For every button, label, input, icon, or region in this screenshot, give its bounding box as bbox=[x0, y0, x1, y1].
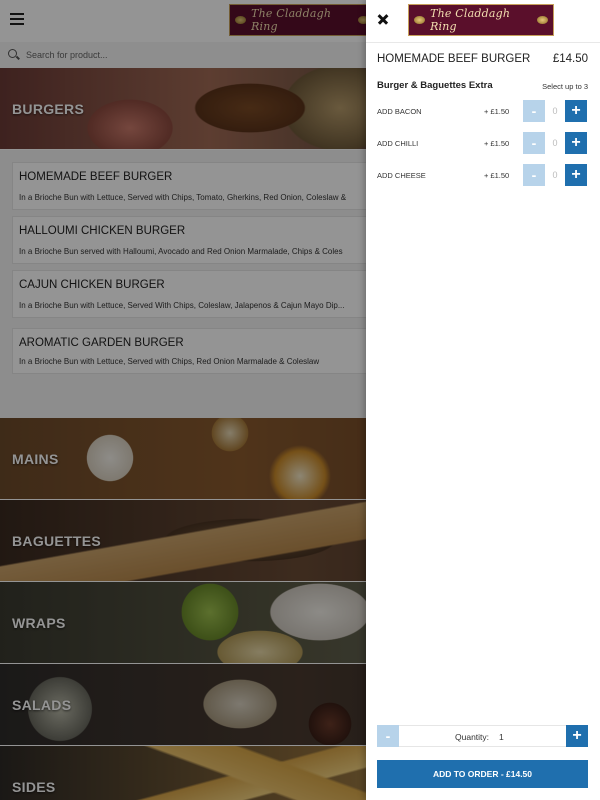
decrement-button[interactable]: - bbox=[523, 100, 545, 122]
quantity-decrement-button[interactable]: - bbox=[377, 725, 399, 747]
quantity-value: 1 bbox=[499, 732, 504, 742]
extra-quantity: 0 bbox=[552, 106, 558, 116]
restaurant-logo: The Claddagh Ring bbox=[408, 4, 554, 36]
increment-button[interactable]: + bbox=[565, 100, 587, 122]
extras-group-title: Burger & Baguettes Extra bbox=[377, 80, 493, 91]
decrement-button[interactable]: - bbox=[523, 132, 545, 154]
quantity-increment-button[interactable]: + bbox=[566, 725, 588, 747]
quantity-stepper: - Quantity: 1 + bbox=[377, 725, 588, 747]
extra-name: ADD CHEESE bbox=[377, 171, 426, 180]
extra-price: + £1.50 bbox=[484, 171, 510, 180]
dim-overlay[interactable] bbox=[0, 0, 366, 800]
extra-quantity: 0 bbox=[552, 170, 558, 180]
extra-row-chilli: ADD CHILLI + £1.50 - 0 + bbox=[366, 132, 600, 154]
extra-row-cheese: ADD CHEESE + £1.50 - 0 + bbox=[366, 164, 600, 186]
extras-hint: Select up to 3 bbox=[542, 82, 588, 91]
close-icon[interactable] bbox=[376, 12, 390, 26]
extra-price: + £1.50 bbox=[484, 139, 510, 148]
quantity-label: Quantity: bbox=[455, 732, 490, 742]
extra-row-bacon: ADD BACON + £1.50 - 0 + bbox=[366, 100, 600, 122]
extra-price: + £1.50 bbox=[484, 107, 510, 116]
increment-button[interactable]: + bbox=[565, 132, 587, 154]
logo-text: The Claddagh Ring bbox=[430, 7, 511, 33]
divider bbox=[366, 42, 600, 43]
decrement-button[interactable]: - bbox=[523, 164, 545, 186]
increment-button[interactable]: + bbox=[565, 164, 587, 186]
add-to-order-button[interactable]: ADD TO ORDER - £14.50 bbox=[377, 760, 588, 788]
product-price: £14.50 bbox=[552, 53, 588, 65]
product-drawer: The Claddagh Ring HOMEMADE BEEF BURGER £… bbox=[366, 0, 600, 800]
extra-quantity: 0 bbox=[552, 138, 558, 148]
product-name: HOMEMADE BEEF BURGER bbox=[377, 53, 531, 65]
extra-name: ADD BACON bbox=[377, 107, 422, 116]
extra-name: ADD CHILLI bbox=[377, 139, 419, 148]
